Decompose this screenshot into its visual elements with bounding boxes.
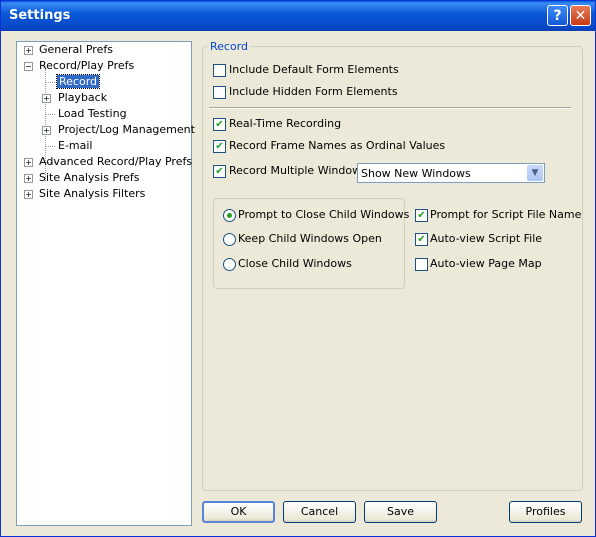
tree-item-label: Record/Play Prefs	[39, 59, 135, 72]
expand-icon[interactable]: +	[42, 126, 51, 135]
prompt-close-child-windows-radio[interactable]	[223, 209, 236, 222]
tree-connector	[45, 82, 55, 83]
expand-icon[interactable]: +	[24, 190, 33, 199]
record-multiple-windows-label[interactable]: Record Multiple Windows	[229, 164, 367, 177]
close-button[interactable]: ✕	[570, 5, 591, 26]
real-time-recording-label[interactable]: Real-Time Recording	[229, 117, 341, 130]
cancel-button[interactable]: Cancel	[283, 501, 356, 523]
settings-dialog: Settings ? ✕ + General Prefs − Record/Pl…	[0, 0, 596, 537]
keep-child-windows-open-label[interactable]: Keep Child Windows Open	[238, 232, 382, 245]
record-group-title: Record	[208, 40, 251, 53]
prompt-close-child-windows-label[interactable]: Prompt to Close Child Windows	[238, 208, 409, 221]
title-bar[interactable]: Settings ? ✕	[1, 1, 595, 31]
tree-item-label: Playback	[58, 91, 108, 104]
tree-item-label: E-mail	[58, 139, 93, 152]
tree-item-label: Site Analysis Prefs	[39, 171, 140, 184]
window-title: Settings	[9, 8, 71, 23]
save-button[interactable]: Save	[364, 501, 437, 523]
help-button[interactable]: ?	[547, 5, 568, 26]
auto-view-page-map-label[interactable]: Auto-view Page Map	[430, 257, 542, 270]
expand-icon[interactable]: +	[24, 158, 33, 167]
help-icon: ?	[553, 8, 562, 24]
windows-mode-value: Show New Windows	[361, 167, 471, 180]
close-icon: ✕	[574, 8, 587, 24]
tree-item-load-testing[interactable]: Load Testing	[58, 106, 127, 122]
include-default-form-elements-label[interactable]: Include Default Form Elements	[229, 63, 399, 76]
tree-connector	[45, 114, 55, 115]
include-default-form-elements-checkbox[interactable]	[213, 64, 226, 77]
tree-item-label: General Prefs	[39, 43, 113, 56]
chevron-down-icon[interactable]: ▼	[527, 165, 543, 181]
tree-item-label: Advanced Record/Play Prefs	[39, 155, 193, 168]
close-child-windows-radio[interactable]	[223, 258, 236, 271]
expand-icon[interactable]: +	[24, 46, 33, 55]
tree-item-label: Record	[55, 74, 101, 89]
profiles-button[interactable]: Profiles	[509, 501, 582, 523]
auto-view-script-file-checkbox[interactable]: ✔	[415, 233, 428, 246]
auto-view-page-map-checkbox[interactable]	[415, 258, 428, 271]
record-frame-names-checkbox[interactable]: ✔	[213, 140, 226, 153]
auto-view-script-file-label[interactable]: Auto-view Script File	[430, 232, 542, 245]
tree-item-label: Project/Log Management	[58, 123, 195, 136]
keep-child-windows-open-radio[interactable]	[223, 233, 236, 246]
tree-connector	[45, 146, 55, 147]
tree-item-record[interactable]: Record	[55, 74, 101, 90]
tree-item-label: Load Testing	[58, 107, 127, 120]
tree-item-email[interactable]: E-mail	[58, 138, 93, 154]
record-multiple-windows-checkbox[interactable]: ✔	[213, 165, 226, 178]
ok-button[interactable]: OK	[202, 501, 275, 523]
separator	[209, 107, 571, 109]
tree-item-label: Site Analysis Filters	[39, 187, 146, 200]
include-hidden-form-elements-checkbox[interactable]	[213, 86, 226, 99]
settings-tree[interactable]: + General Prefs − Record/Play Prefs Reco…	[16, 41, 195, 526]
include-hidden-form-elements-label[interactable]: Include Hidden Form Elements	[229, 85, 398, 98]
record-frame-names-label[interactable]: Record Frame Names as Ordinal Values	[229, 139, 445, 152]
real-time-recording-checkbox[interactable]: ✔	[213, 118, 226, 131]
prompt-script-file-name-label[interactable]: Prompt for Script File Name	[430, 208, 581, 221]
prompt-script-file-name-checkbox[interactable]: ✔	[415, 209, 428, 222]
collapse-icon[interactable]: −	[24, 62, 33, 71]
expand-icon[interactable]: +	[24, 174, 33, 183]
windows-mode-select[interactable]: Show New Windows ▼	[357, 163, 545, 183]
expand-icon[interactable]: +	[42, 94, 51, 103]
close-child-windows-label[interactable]: Close Child Windows	[238, 257, 352, 270]
